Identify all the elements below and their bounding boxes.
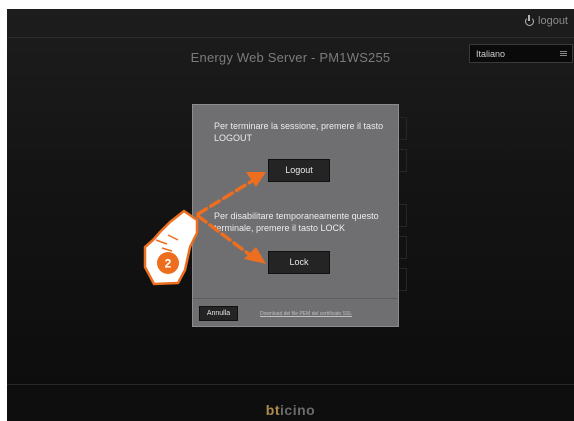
top-bar: logout (7, 9, 574, 38)
brand-logo-rest: icino (280, 402, 316, 418)
menu-icon (560, 51, 567, 52)
brand-logo: bticino (7, 402, 574, 418)
power-icon (525, 14, 535, 26)
logout-instructions: Per terminare la sessione, premere il ta… (214, 121, 384, 143)
cancel-button[interactable]: Annulla (199, 306, 238, 321)
logout-label: logout (538, 15, 568, 27)
ssl-certificate-download-link[interactable]: Download del file PEM del certificato SS… (260, 311, 392, 317)
language-value: Italiano (476, 49, 506, 59)
logout-link[interactable]: logout (525, 14, 568, 27)
footer: bticino (7, 384, 574, 421)
language-select[interactable]: Italiano (469, 44, 573, 63)
logout-button[interactable]: Logout (268, 159, 330, 182)
lock-button[interactable]: Lock (268, 251, 330, 274)
dialog-divider (193, 298, 398, 299)
brand-logo-accent: bt (265, 402, 281, 418)
lock-instructions: Per disabilitare temporaneamente questo … (214, 211, 379, 233)
logout-dialog: Per terminare la sessione, premere il ta… (192, 104, 399, 327)
